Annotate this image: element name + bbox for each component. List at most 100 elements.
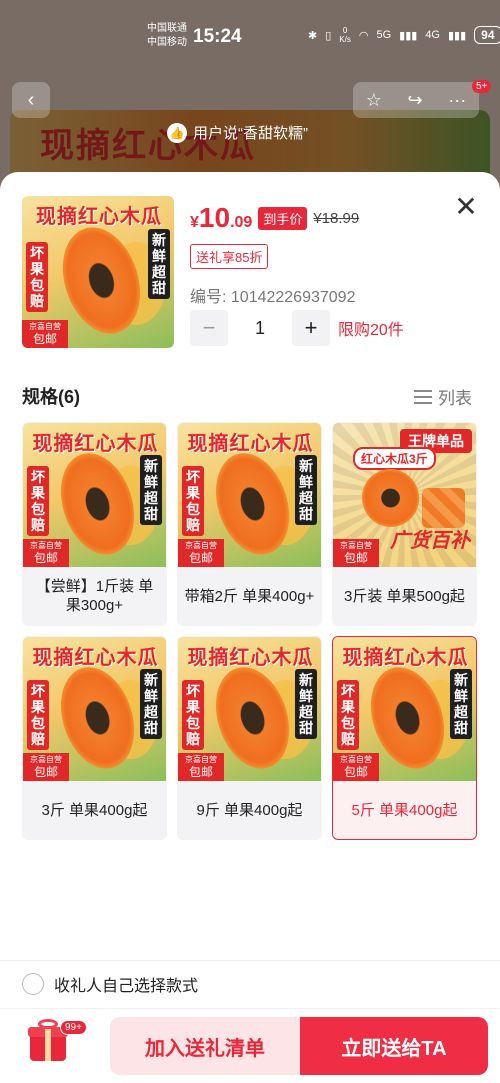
recipient-choose-option[interactable]: 收礼人自己选择款式 (22, 972, 198, 996)
jd-badge: 京喜自营 包邮 (178, 753, 224, 781)
spec-label: 带箱2斤 单果400g+ (184, 587, 315, 605)
image-title: 现摘红心木瓜 (36, 206, 162, 228)
image-tag-right: 新鲜超甜 (450, 668, 472, 739)
star-icon[interactable]: ☆ (366, 90, 382, 111)
spec-image: 现摘红心木瓜 坏果包赔 新鲜超甜 京喜自营 包邮 (178, 637, 321, 781)
choose-label: 收礼人自己选择款式 (54, 978, 199, 995)
vibrate-icon: ▯ (325, 29, 332, 42)
image-title: 现摘红心木瓜 (32, 433, 159, 455)
spec-grid: 现摘红心木瓜 坏果包赔 新鲜超甜 京喜自营 包邮 【尝鲜】1斤装 单果300g+ … (22, 422, 478, 840)
jd-badge: 京喜自营 包邮 (22, 320, 68, 348)
image-tag-left: 坏果包赔 (26, 241, 48, 312)
radio-button[interactable] (22, 973, 44, 995)
spec-option[interactable]: 王牌单品 红心木瓜3斤 广货百补 京喜自营 包邮 3斤装 单果500g起 (332, 422, 477, 626)
more-icon[interactable]: ··· (448, 90, 466, 111)
spec-heading: 规格(6) (22, 387, 80, 407)
image-title: 现摘红心木瓜 (342, 647, 469, 669)
jd-badge: 京喜自营 包邮 (23, 539, 69, 567)
price-row: ¥ 10 .09 到手价 ¥18.99 (190, 202, 359, 234)
system-icons: ✱ ▯ 0 K/s ◠ 5G ▮▮▮ 4G ▮▮▮ 94 (308, 26, 500, 44)
spec-option[interactable]: 现摘红心木瓜 坏果包赔 新鲜超甜 京喜自营 包邮 3斤 单果400g起 (22, 636, 167, 840)
image-tag-left: 坏果包赔 (182, 466, 204, 537)
jd-badge: 京喜自营 包邮 (178, 539, 224, 567)
papaya-cubes (421, 487, 465, 529)
back-button[interactable]: ‹ (12, 82, 50, 118)
wifi-icon: ◠ (358, 29, 369, 42)
signal-1: 5G (376, 29, 392, 41)
nav-badge: 5+ (472, 80, 492, 93)
gift-box-bow (38, 1019, 58, 1029)
purchase-limit: 限购20件 (338, 322, 404, 339)
signal-2: 4G (425, 29, 440, 41)
spec-sheet: 现摘红心木瓜 坏果包赔 新鲜超甜 京喜自营 包邮 ¥ 10 .09 到手价 ¥18… (0, 172, 500, 1083)
list-icon (414, 389, 432, 405)
tip-text: 用户说“香甜软糯” (193, 125, 308, 142)
image-tag-right: 新鲜超甜 (140, 668, 162, 739)
spec-image: 现摘红心木瓜 坏果包赔 新鲜超甜 京喜自营 包邮 (178, 423, 321, 567)
spec-image: 现摘红心木瓜 坏果包赔 新鲜超甜 京喜自营 包邮 (23, 423, 166, 567)
price-decimal: .09 (230, 214, 253, 231)
decrease-button[interactable]: − (190, 310, 228, 346)
increase-button[interactable]: + (292, 310, 330, 346)
image-tag-right: 新鲜超甜 (148, 229, 170, 300)
carrier-names: 中国联通 中国移动 (147, 22, 187, 50)
spec-label: 3斤 单果400g起 (41, 801, 148, 819)
promo-text: 广货百补 (390, 530, 470, 552)
image-tag-left: 坏果包赔 (27, 680, 49, 751)
image-tag-right: 新鲜超甜 (140, 454, 162, 525)
signal-bars-icon-2: ▮▮▮ (448, 29, 467, 42)
spec-image: 王牌单品 红心木瓜3斤 广货百补 京喜自营 包邮 (333, 423, 476, 567)
jd-badge: 京喜自营 包邮 (23, 753, 69, 781)
review-tip: 👍 用户说“香甜软糯” (167, 122, 308, 143)
list-view-toggle[interactable]: 列表 (414, 384, 472, 409)
image-tag-left: 坏果包赔 (27, 466, 49, 537)
spec-option[interactable]: 现摘红心木瓜 坏果包赔 新鲜超甜 京喜自营 包邮 【尝鲜】1斤装 单果300g+ (22, 422, 167, 626)
list-label: 列表 (438, 389, 472, 408)
status-bar: 中国联通 中国移动 15:24 ✱ ▯ 0 K/s ◠ 5G ▮▮▮ 4G ▮▮… (0, 0, 500, 70)
send-now-button[interactable]: 立即送给TA (300, 1017, 488, 1075)
spec-image: 现摘红心木瓜 坏果包赔 新鲜超甜 京喜自营 包邮 (23, 637, 166, 781)
image-title: 现摘红心木瓜 (187, 647, 314, 669)
image-tag-right: 新鲜超甜 (295, 668, 317, 739)
quantity-stepper: − 1 + 限购20件 (190, 310, 404, 346)
clock: 15:24 (193, 26, 242, 47)
battery-indicator: 94 (474, 26, 500, 44)
thumbs-up-icon: 👍 (167, 122, 187, 143)
product-badge: 红心木瓜3斤 (353, 447, 436, 470)
spec-label: 【尝鲜】1斤装 单果300g+ (35, 578, 154, 614)
gift-box-ribbon (45, 1027, 51, 1061)
signal-bars-icon: ▮▮▮ (399, 29, 418, 42)
carrier-2: 中国移动 (147, 37, 187, 48)
top-action-group: ☆ ↪ ··· (353, 82, 479, 118)
chevron-left-icon: ‹ (27, 88, 35, 111)
bottom-action-bar: 99+ 加入送礼清单 立即送给TA (0, 1008, 500, 1083)
image-tag-left: 坏果包赔 (182, 680, 204, 751)
gift-list-badge: 99+ (60, 1020, 87, 1035)
add-to-gift-list-button[interactable]: 加入送礼清单 (110, 1017, 300, 1075)
bluetooth-icon: ✱ (308, 29, 318, 42)
spec-label: 5斤 单果400g起 (351, 801, 458, 819)
image-title: 现摘红心木瓜 (187, 433, 314, 455)
image-title: 现摘红心木瓜 (32, 647, 159, 669)
jd-badge: 京喜自营 包邮 (333, 539, 379, 567)
close-icon[interactable]: ✕ (454, 193, 478, 221)
image-tag-left: 坏果包赔 (337, 680, 359, 751)
final-price-tag: 到手价 (258, 206, 308, 230)
spec-option-selected[interactable]: 现摘红心木瓜 坏果包赔 新鲜超甜 京喜自营 包邮 5斤 单果400g起 (332, 636, 477, 840)
currency-symbol: ¥ (190, 214, 199, 231)
product-image[interactable]: 现摘红心木瓜 坏果包赔 新鲜超甜 京喜自营 包邮 (22, 196, 174, 348)
carrier-1: 中国联通 (147, 23, 187, 34)
spec-label: 3斤装 单果500g起 (344, 587, 465, 605)
original-price: ¥18.99 (313, 209, 360, 227)
spec-option[interactable]: 现摘红心木瓜 坏果包赔 新鲜超甜 京喜自营 包邮 9斤 单果400g起 (177, 636, 322, 840)
product-code: 编号: 10142226937092 (190, 289, 356, 306)
spec-label: 9斤 单果400g起 (196, 801, 303, 819)
spec-option[interactable]: 现摘红心木瓜 坏果包赔 新鲜超甜 京喜自营 包邮 带箱2斤 单果400g+ (177, 422, 322, 626)
quantity-value[interactable]: 1 (228, 318, 292, 339)
price-integer: 10 (198, 202, 231, 233)
spec-image: 现摘红心木瓜 坏果包赔 新鲜超甜 京喜自营 包邮 (333, 637, 476, 781)
jd-badge: 京喜自营 包邮 (333, 753, 379, 781)
divider (0, 960, 500, 961)
image-tag-right: 新鲜超甜 (295, 454, 317, 525)
share-icon[interactable]: ↪ (408, 90, 423, 111)
